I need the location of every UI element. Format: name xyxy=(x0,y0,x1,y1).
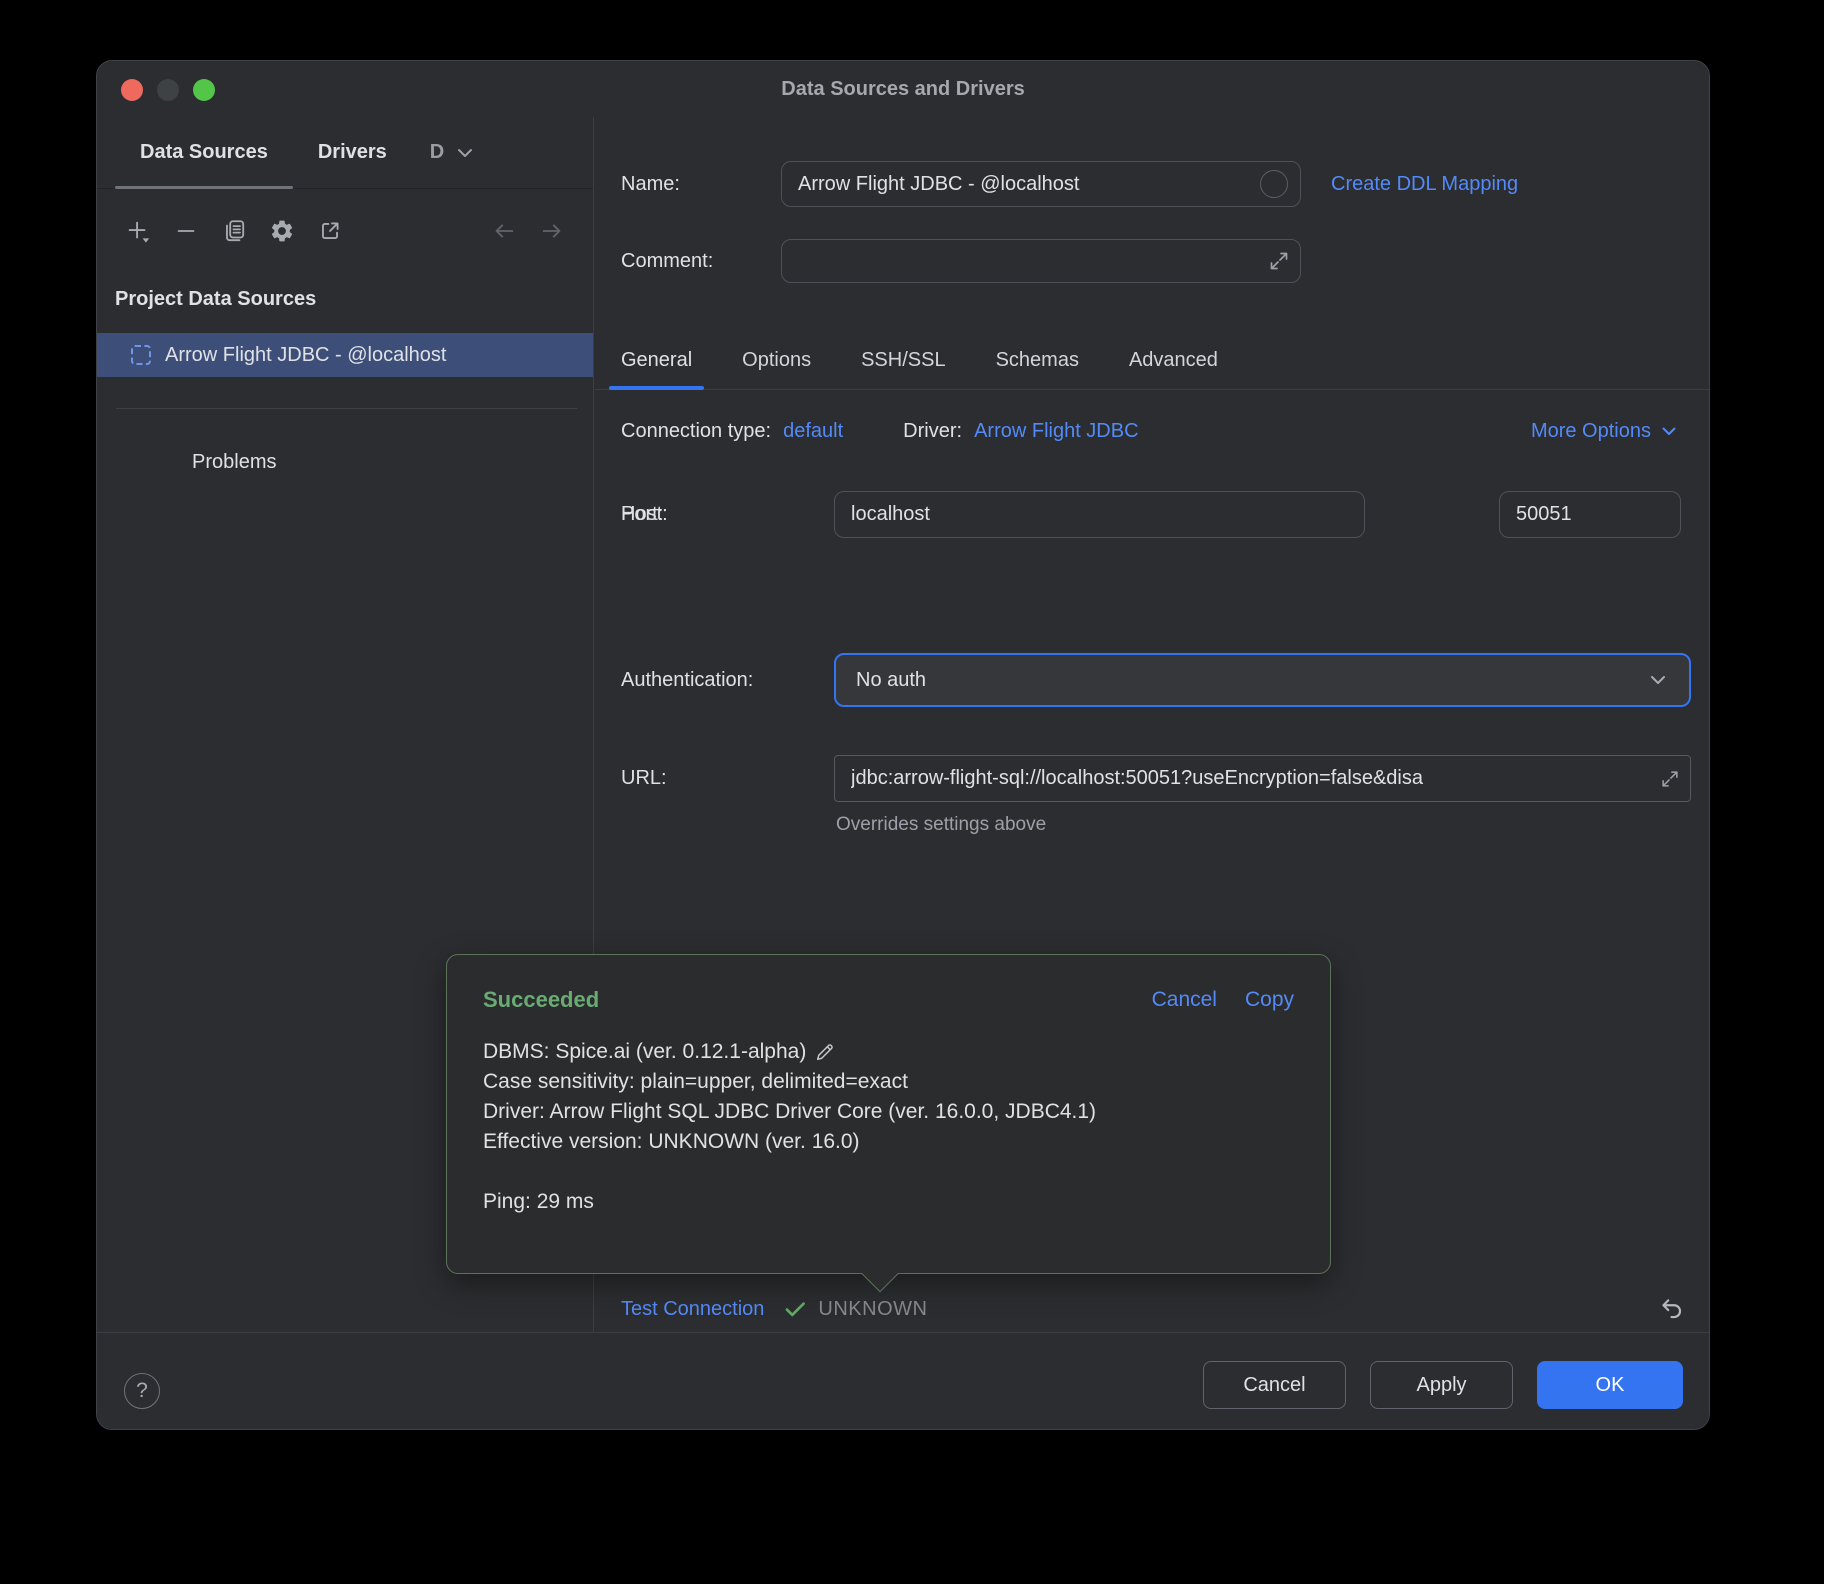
name-input[interactable] xyxy=(782,162,1300,206)
comment-field xyxy=(781,239,1301,283)
cancel-button[interactable]: Cancel xyxy=(1203,1361,1346,1409)
tab-advanced-label: Advanced xyxy=(1129,349,1218,372)
popup-copy-link[interactable]: Copy xyxy=(1245,988,1294,1012)
connection-type-label: Connection type: xyxy=(621,420,771,443)
project-data-sources-header: Project Data Sources xyxy=(115,285,316,313)
test-connection-result-popup: Succeeded Cancel Copy DBMS: Spice.ai (ve… xyxy=(446,954,1331,1274)
desktop-background: Data Sources and Drivers Data Sources Dr… xyxy=(0,0,1824,1584)
dialog-footer: ? Cancel Apply OK xyxy=(97,1332,1709,1429)
tab-schemas-label: Schemas xyxy=(996,349,1079,372)
url-input[interactable] xyxy=(835,756,1690,801)
duplicate-icon[interactable] xyxy=(221,218,247,244)
tab-truncated[interactable]: D xyxy=(412,117,452,188)
url-field xyxy=(834,755,1691,802)
popup-details: DBMS: Spice.ai (ver. 0.12.1-alpha) Case … xyxy=(483,1037,1294,1217)
window-title: Data Sources and Drivers xyxy=(97,61,1709,117)
tab-general[interactable]: General xyxy=(621,331,692,389)
connection-status-text: UNKNOWN xyxy=(818,1298,927,1321)
data-source-list-item[interactable]: Arrow Flight JDBC - @localhost xyxy=(97,333,593,377)
popup-header: Succeeded Cancel Copy xyxy=(483,987,1294,1013)
popup-dbms-text: DBMS: Spice.ai (ver. 0.12.1-alpha) xyxy=(483,1037,806,1067)
name-field xyxy=(781,161,1301,207)
open-in-new-icon[interactable] xyxy=(317,218,343,244)
tab-data-sources-label: Data Sources xyxy=(140,141,268,164)
authentication-label: Authentication: xyxy=(621,669,753,692)
connection-type-row: Connection type: default Driver: Arrow F… xyxy=(595,417,1679,445)
tab-ssh-ssl[interactable]: SSH/SSL xyxy=(861,331,945,389)
authentication-row: Authentication: No auth xyxy=(595,653,1709,707)
popup-driver-line: Driver: Arrow Flight SQL JDBC Driver Cor… xyxy=(483,1097,1294,1127)
port-label: Port: xyxy=(621,503,663,526)
url-expand-icon[interactable] xyxy=(1659,768,1681,790)
test-connection-link[interactable]: Test Connection xyxy=(621,1298,764,1321)
problems-label: Problems xyxy=(192,451,276,474)
data-sources-and-drivers-dialog: Data Sources and Drivers Data Sources Dr… xyxy=(96,60,1710,1430)
authentication-select[interactable]: No auth xyxy=(834,653,1691,707)
tabs-overflow-chevron-icon[interactable] xyxy=(454,142,476,164)
tab-general-label: General xyxy=(621,349,692,372)
popup-ping-line: Ping: 29 ms xyxy=(483,1187,1294,1217)
url-label: URL: xyxy=(621,767,667,790)
port-input[interactable] xyxy=(1500,492,1680,537)
help-button[interactable]: ? xyxy=(124,1373,160,1409)
driver-value-link[interactable]: Arrow Flight JDBC xyxy=(974,420,1138,443)
help-question-icon: ? xyxy=(136,1379,148,1403)
comment-input[interactable] xyxy=(782,240,1300,282)
more-options-chevron-icon xyxy=(1659,421,1679,441)
revert-icon[interactable] xyxy=(1657,1294,1687,1324)
port-field xyxy=(1499,491,1681,538)
popup-dbms-line: DBMS: Spice.ai (ver. 0.12.1-alpha) xyxy=(483,1037,1294,1067)
sidebar-divider xyxy=(116,408,577,409)
success-check-icon xyxy=(782,1296,808,1322)
add-data-source-icon[interactable] xyxy=(125,218,151,244)
tab-data-sources[interactable]: Data Sources xyxy=(115,117,293,188)
comment-expand-icon[interactable] xyxy=(1267,249,1291,273)
comment-label: Comment: xyxy=(621,250,713,273)
tab-options[interactable]: Options xyxy=(742,331,811,389)
data-source-label: Arrow Flight JDBC - @localhost xyxy=(165,344,446,367)
popup-status: Succeeded xyxy=(483,987,599,1013)
sidebar-toolbar xyxy=(97,211,593,251)
edit-pencil-icon[interactable] xyxy=(814,1041,836,1063)
back-arrow-icon[interactable] xyxy=(491,218,517,244)
tab-drivers-label: Drivers xyxy=(318,141,387,164)
host-input[interactable] xyxy=(835,492,1364,537)
more-options-link[interactable]: More Options xyxy=(1531,420,1679,443)
authentication-value: No auth xyxy=(856,669,926,692)
driver-label: Driver: xyxy=(903,420,962,443)
data-source-icon xyxy=(131,345,151,365)
tab-options-label: Options xyxy=(742,349,811,372)
host-field xyxy=(834,491,1365,538)
popup-cancel-link[interactable]: Cancel xyxy=(1152,988,1217,1012)
name-label: Name: xyxy=(621,173,680,196)
select-chevron-down-icon xyxy=(1647,669,1669,691)
sidebar-item-problems[interactable]: Problems xyxy=(97,448,593,476)
host-port-row: Host: Port: xyxy=(595,491,1709,538)
url-hint: Overrides settings above xyxy=(836,814,1046,836)
test-connection-bar: Test Connection UNKNOWN xyxy=(595,1284,1709,1334)
remove-data-source-icon[interactable] xyxy=(173,218,199,244)
create-ddl-mapping-link[interactable]: Create DDL Mapping xyxy=(1331,173,1518,196)
settings-gear-icon[interactable] xyxy=(269,218,295,244)
tab-truncated-label: D xyxy=(430,141,444,164)
forward-arrow-icon[interactable] xyxy=(539,218,565,244)
popup-case-line: Case sensitivity: plain=upper, delimited… xyxy=(483,1067,1294,1097)
sidebar-tab-strip: Data Sources Drivers D xyxy=(97,117,593,189)
settings-tab-bar: General Options SSH/SSL Schemas Advanced xyxy=(595,331,1709,390)
popup-version-line: Effective version: UNKNOWN (ver. 16.0) xyxy=(483,1127,1294,1157)
tab-drivers[interactable]: Drivers xyxy=(293,117,412,188)
comment-row: Comment: xyxy=(595,239,1709,283)
tab-advanced[interactable]: Advanced xyxy=(1129,331,1218,389)
tab-ssh-ssl-label: SSH/SSL xyxy=(861,349,945,372)
name-row: Name: Create DDL Mapping xyxy=(595,161,1709,207)
name-generate-toggle-icon[interactable] xyxy=(1260,170,1288,198)
tab-schemas[interactable]: Schemas xyxy=(996,331,1079,389)
url-row: URL: xyxy=(595,755,1709,802)
more-options-label: More Options xyxy=(1531,420,1651,443)
ok-button[interactable]: OK xyxy=(1537,1361,1683,1409)
titlebar: Data Sources and Drivers xyxy=(97,61,1709,117)
connection-type-value-link[interactable]: default xyxy=(783,420,843,443)
apply-button[interactable]: Apply xyxy=(1370,1361,1513,1409)
